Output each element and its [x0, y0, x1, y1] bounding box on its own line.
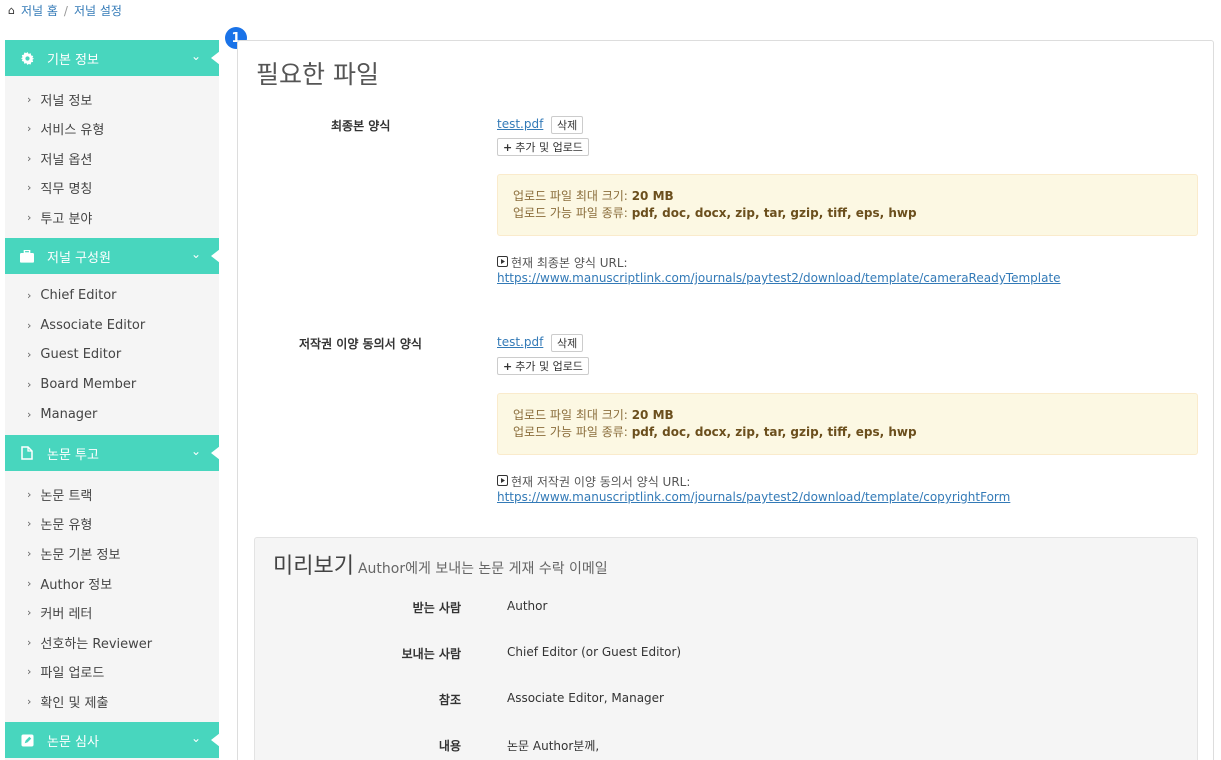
chevron-down-icon: ⌄ — [190, 49, 201, 63]
plus-icon: + — [503, 140, 513, 154]
breadcrumb-separator: / — [63, 3, 68, 18]
chevron-right-icon: › — [27, 152, 32, 165]
current-url-label: 현재 저작권 이양 동의서 양식 URL: — [497, 473, 690, 490]
breadcrumb-current-link[interactable]: 저널 설정 — [74, 2, 122, 19]
sidebar-item-author-info[interactable]: › Author 정보 — [27, 574, 112, 593]
sidebar-item-guest-editor[interactable]: › Guest Editor — [27, 347, 121, 362]
sidebar-section-submission[interactable]: 논문 투고 ⌄ — [5, 435, 220, 471]
chevron-down-icon: ⌄ — [190, 731, 201, 745]
sidebar-section-title: 저널 구성원 — [47, 250, 111, 266]
chevron-right-icon: › — [27, 378, 32, 391]
chevron-right-icon: › — [27, 695, 32, 708]
breadcrumb-home-link[interactable]: 저널 홈 — [21, 2, 58, 19]
plus-icon: + — [503, 359, 513, 373]
preview-label-to: 받는 사람 — [412, 601, 461, 615]
sidebar-item-service-type[interactable]: › 서비스 유형 — [27, 119, 104, 138]
sidebar-section-basic-info[interactable]: 기본 정보 ⌄ — [5, 40, 220, 76]
sidebar-item-job-titles[interactable]: › 직무 명칭 — [27, 178, 92, 197]
preview-value-to: Author — [507, 599, 548, 613]
preview-value-cc: Associate Editor, Manager — [507, 691, 664, 705]
sidebar-item-confirm-submit[interactable]: › 확인 및 제출 — [27, 692, 108, 711]
add-upload-button[interactable]: + 추가 및 업로드 — [497, 138, 589, 156]
preview-label-from: 보내는 사람 — [401, 647, 461, 661]
chevron-right-icon: › — [27, 547, 32, 560]
current-url-link[interactable]: https://www.manuscriptlink.com/journals/… — [497, 490, 1010, 504]
upload-notice: 업로드 파일 최대 크기: 20 MB 업로드 가능 파일 종류: pdf, d… — [497, 393, 1198, 455]
preview-title: 미리보기 Author에게 보내는 논문 게재 수락 이메일 — [273, 554, 608, 579]
sidebar-item-file-upload[interactable]: › 파일 업로드 — [27, 662, 104, 681]
sidebar-item-submission-fields[interactable]: › 투고 분야 — [27, 208, 92, 227]
sidebar-section-journal-members[interactable]: 저널 구성원 ⌄ — [5, 238, 220, 274]
chevron-right-icon: › — [27, 636, 32, 649]
delete-button[interactable]: 삭제 — [551, 334, 584, 352]
chevron-right-icon: › — [27, 348, 32, 361]
preview-value-body: 논문 Author분께, — [507, 739, 600, 753]
sidebar-section-title: 논문 심사 — [47, 734, 99, 750]
preview-label-body: 내용 — [438, 739, 461, 753]
current-url-link[interactable]: https://www.manuscriptlink.com/journals/… — [497, 271, 1061, 285]
chevron-right-icon: › — [27, 665, 32, 678]
sidebar-item-preferred-reviewer[interactable]: › 선호하는 Reviewer — [27, 633, 152, 652]
gear-icon — [19, 51, 35, 65]
main-panel: 필요한 파일 최종본 양식 test.pdf 삭제 + 추가 및 업로드 업로드… — [237, 40, 1214, 760]
chevron-right-icon: › — [27, 181, 32, 194]
home-icon: ⌂ — [8, 4, 15, 17]
chevron-right-icon: › — [27, 211, 32, 224]
sidebar-item-associate-editor[interactable]: › Associate Editor — [27, 318, 145, 333]
breadcrumb: ⌂ 저널 홈 / 저널 설정 — [8, 2, 122, 19]
preview-subtitle: Author에게 보내는 논문 게재 수락 이메일 — [357, 561, 608, 577]
chevron-right-icon: › — [27, 488, 32, 501]
sidebar-section-title: 기본 정보 — [47, 52, 99, 68]
chevron-right-icon: › — [27, 408, 32, 421]
add-upload-button[interactable]: + 추가 및 업로드 — [497, 357, 589, 375]
sidebar-item-cover-letter[interactable]: › 커버 레터 — [27, 603, 92, 622]
sidebar-section-title: 논문 투고 — [47, 447, 99, 463]
page-title: 필요한 파일 — [256, 60, 379, 89]
sidebar-item-board-member[interactable]: › Board Member — [27, 377, 136, 392]
chevron-right-icon: › — [27, 577, 32, 590]
chevron-right-icon: › — [27, 289, 32, 302]
sidebar-item-manager[interactable]: › Manager — [27, 407, 97, 422]
field-label-final-template: 최종본 양식 — [331, 119, 391, 133]
chevron-right-icon: › — [27, 517, 32, 530]
sidebar-section-review[interactable]: 논문 심사 ⌄ — [5, 722, 220, 758]
sidebar-item-paper-track[interactable]: › 논문 트랙 — [27, 485, 92, 504]
sidebar-item-chief-editor[interactable]: › Chief Editor — [27, 288, 117, 303]
email-preview: 미리보기 Author에게 보내는 논문 게재 수락 이메일 받는 사람 Auth… — [254, 537, 1198, 760]
chevron-down-icon: ⌄ — [190, 247, 201, 261]
briefcase-icon — [19, 249, 35, 263]
sidebar-item-journal-options[interactable]: › 저널 옵션 — [27, 149, 92, 168]
file-link-copyright-form[interactable]: test.pdf — [497, 335, 543, 349]
preview-label-cc: 참조 — [438, 693, 461, 707]
preview-value-from: Chief Editor (or Guest Editor) — [507, 645, 682, 659]
chevron-right-icon: › — [27, 93, 32, 106]
sidebar-item-journal-info[interactable]: › 저널 정보 — [27, 90, 92, 109]
chevron-right-icon: › — [27, 319, 32, 332]
sidebar-item-paper-type[interactable]: › 논문 유형 — [27, 514, 92, 533]
edit-icon — [19, 733, 35, 747]
sidebar-item-paper-basic-info[interactable]: › 논문 기본 정보 — [27, 544, 120, 563]
field-label-copyright-form: 저작권 이양 동의서 양식 — [299, 337, 422, 351]
document-icon — [19, 446, 35, 460]
file-link-final-template[interactable]: test.pdf — [497, 117, 543, 131]
current-url-label: 현재 최종본 양식 URL: — [497, 254, 628, 271]
chevron-down-icon: ⌄ — [190, 444, 201, 458]
upload-notice: 업로드 파일 최대 크기: 20 MB 업로드 가능 파일 종류: pdf, d… — [497, 174, 1198, 236]
sidebar: 기본 정보 ⌄ › 저널 정보 › 서비스 유형 › 저널 옵션 › 직무 명칭 › 투고… — [5, 40, 220, 760]
play-square-icon — [497, 474, 508, 489]
play-square-icon — [497, 255, 508, 270]
chevron-right-icon: › — [27, 122, 32, 135]
delete-button[interactable]: 삭제 — [551, 116, 584, 134]
chevron-right-icon: › — [27, 606, 32, 619]
